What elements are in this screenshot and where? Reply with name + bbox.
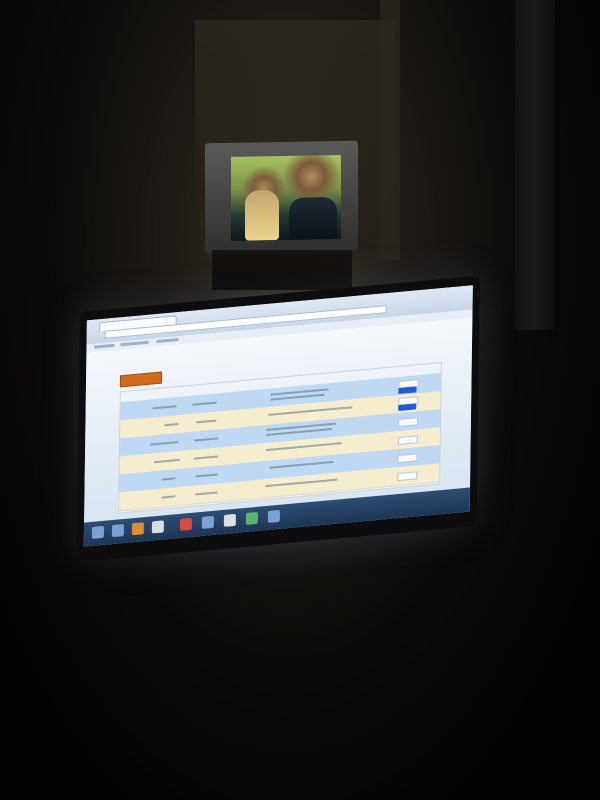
table-text <box>161 477 176 481</box>
app-icon[interactable] <box>223 513 236 527</box>
app-icon[interactable] <box>201 515 214 529</box>
orange-button[interactable] <box>119 371 163 388</box>
browser-icon[interactable] <box>111 524 124 538</box>
wall-edge <box>380 0 400 260</box>
table-text <box>196 419 217 424</box>
bookmark-item[interactable] <box>94 343 115 349</box>
table-text <box>195 491 218 496</box>
table-text <box>161 495 176 499</box>
folder-icon[interactable] <box>131 522 144 536</box>
bookmark-item[interactable] <box>120 340 149 347</box>
table-text <box>265 478 338 488</box>
tv-person-right <box>289 197 337 241</box>
app-icon[interactable] <box>267 509 280 523</box>
bookmark-item[interactable] <box>156 338 179 344</box>
app-icon[interactable] <box>245 511 258 525</box>
table-text <box>265 442 342 452</box>
row-button[interactable] <box>397 417 419 428</box>
table-text <box>192 401 217 406</box>
table-text <box>153 458 180 464</box>
table-text <box>164 423 179 427</box>
tv-screen-image <box>231 154 341 241</box>
table-text <box>268 406 353 416</box>
table-text <box>150 441 179 446</box>
monitor-screen <box>83 285 473 547</box>
table-text <box>269 460 334 469</box>
chrome-icon[interactable] <box>179 517 192 531</box>
row-button[interactable] <box>397 453 418 464</box>
table-text <box>193 455 218 460</box>
row-button[interactable] <box>397 435 418 446</box>
tv-stand <box>212 250 352 290</box>
table-text <box>152 405 177 410</box>
table-text <box>195 473 218 478</box>
start-icon[interactable] <box>91 525 104 539</box>
tv-person-left <box>245 190 279 241</box>
media-icon[interactable] <box>151 520 164 534</box>
crt-tv <box>205 140 358 254</box>
table-text <box>194 437 219 442</box>
row-primary-button[interactable] <box>398 403 417 412</box>
computer-monitor <box>76 275 480 563</box>
doorframe-shadow <box>515 0 555 330</box>
row-button[interactable] <box>397 471 418 482</box>
data-table <box>118 362 442 514</box>
